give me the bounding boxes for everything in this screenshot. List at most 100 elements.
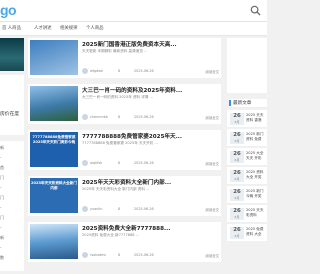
recent-post-item[interactable]: 26 6月 2025 新门 资料 免费 [227,129,267,147]
post-excerpt: 大三巴一肖一码的资料 2025年 资料 详情 ... [82,95,154,99]
left-link[interactable]: - [0,205,24,210]
post-date: 2025-06-26 [134,69,154,73]
read-more-link[interactable]: 阅读全文 [205,161,219,166]
post-author[interactable]: chennmkb [90,115,108,119]
left-link[interactable]: 新 [0,235,24,241]
recent-post-item[interactable]: 26 6月 2025 天天 资料 香港 [227,110,267,128]
post-date: 2025-06-26 [134,253,154,257]
recent-post-title[interactable]: 2025 新门 今晚 开奖 [246,189,267,203]
nav-item-personal[interactable]: 个人商品 [86,25,104,31]
site-logo[interactable]: go [0,2,17,18]
left-link[interactable]: 数 [0,255,24,261]
thumbnail-caption: 2025年天天彩资料大全新门内部 [31,181,77,190]
profile-text: 房价在度 [0,112,20,117]
left-sidebar: 房价在度 新 - 首 门 - 门 - 门 - 新 - 数 [0,38,24,274]
recent-post-title[interactable]: 2025 天天 彩资料 [246,208,267,222]
left-link-list: 新 - 首 门 - 门 - 门 - 新 - 数 [0,141,24,271]
post-title[interactable]: 7777788888免费管家婆2025年天... [82,132,218,140]
recent-post-title[interactable]: 2025 天天 资料 香港 [246,113,267,127]
avatar [82,68,88,74]
sidebar-title-text: 最新文章 [233,101,252,106]
date-badge: 26 6月 [230,132,244,144]
post-thumbnail[interactable] [30,224,78,259]
sidebar-title: 最新文章 [229,99,267,108]
post-author[interactable]: yuanlin [90,207,102,211]
left-link[interactable]: 门 [0,175,24,181]
avatar [82,114,88,120]
recent-post-item[interactable]: 26 6月 2025 天天 彩资料 [227,205,267,223]
right-sidebar: 最新文章 26 6月 2025 天天 资料 香港 26 6月 2025 新门 资… [227,38,267,274]
post-author[interactable]: rsoksdmc [90,253,106,257]
left-link[interactable]: - [0,155,24,160]
recent-post-item[interactable]: 26 6月 2025 大全 天天 开彩 [227,148,267,166]
search-icon[interactable] [250,5,261,16]
post-meta: chennmkb 8 2025-06-26 阅读全文 [82,114,219,121]
banner-image[interactable] [0,38,24,71]
date-day: 26 [233,132,241,138]
date-month: 6月 [234,196,240,200]
left-link[interactable]: - [0,225,24,230]
profile-panel: 房价在度 [0,75,24,135]
post-card[interactable]: 2025资料免费大全新7777888... 2025资料 免费大全 新77778… [28,222,221,262]
recent-post-item[interactable]: 26 6月 2025 资料 大全 开奖 [227,167,267,185]
date-day: 26 [233,151,241,157]
sidebar-widget [227,38,267,93]
nav-item-talent[interactable]: 人才讲述 [34,25,52,31]
post-date: 2025-06-26 [134,207,154,211]
post-thumbnail[interactable]: 7777788888免费管家婆2025年天天彩门奥彩今晚 [30,132,78,167]
post-thumbnail[interactable] [30,40,78,75]
post-title[interactable]: 2025资料免费大全新7777888... [82,224,218,232]
left-link[interactable]: 新 [0,145,24,151]
post-meta: aiqkfsh 8 2025-06-26 阅读全文 [82,160,219,167]
post-views: 8 [118,69,121,73]
recent-post-title[interactable]: 2025 免费 资料 大全 [246,227,267,241]
nav-item-rules[interactable]: 相关规律 [60,25,78,31]
date-badge: 26 6月 [230,227,244,239]
post-thumbnail[interactable] [30,86,78,121]
title-accent-bar [229,100,231,106]
post-card[interactable]: 7777788888免费管家婆2025年天天彩门奥彩今晚 7777788888免… [28,130,221,170]
recent-post-title[interactable]: 2025 新门 资料 免费 [246,132,267,146]
date-badge: 26 6月 [230,151,244,163]
date-badge: 26 6月 [230,208,244,220]
post-views: 8 [118,115,121,119]
recent-post-item[interactable]: 26 6月 2025 免费 资料 大全 [227,224,267,242]
post-card[interactable]: 2025新门国香港正版免费资本天高... 天天更新 本期精彩 最新资料 高清速览… [28,38,221,78]
post-card[interactable]: 大三巴一肖一码的资料及2025年资料... 大三巴一肖一码的资料 2025年 资… [28,84,221,124]
read-more-link[interactable]: 阅读全文 [205,207,219,212]
main-nav: 首 人商品 人才讲述 相关规律 个人商品 [0,22,267,36]
left-link[interactable]: 门 [0,195,24,201]
post-author[interactable]: wfgdwk [90,69,103,73]
recent-post-title[interactable]: 2025 资料 大全 开奖 [246,170,267,184]
read-more-link[interactable]: 阅读全文 [205,115,219,120]
date-day: 26 [233,113,241,119]
recent-post-title[interactable]: 2025 大全 天天 开彩 [246,151,267,165]
post-date: 2025-06-26 [134,161,154,165]
recent-post-item[interactable]: 26 6月 2025 新门 今晚 开奖 [227,186,267,204]
left-link[interactable]: - [0,245,24,250]
left-link[interactable]: - [0,185,24,190]
date-month: 6月 [234,120,240,124]
post-views: 8 [118,253,121,257]
left-link[interactable]: 门 [0,215,24,221]
post-excerpt: 7777788888 免费管家婆 2025年 天天开彩 ... [82,141,158,145]
read-more-link[interactable]: 阅读全文 [205,69,219,74]
avatar [82,160,88,166]
nav-item-home[interactable]: 首 人商品 [2,25,21,31]
left-link[interactable]: 首 [0,165,24,171]
post-title[interactable]: 2025年天天彩资料大全新门内部... [82,178,218,186]
post-excerpt: 天天更新 本期精彩 最新资料 高清速览 ... [82,49,148,53]
date-day: 26 [233,170,241,176]
date-month: 6月 [234,177,240,181]
post-card[interactable]: 2025年天天彩资料大全新门内部 2025年天天彩资料大全新门内部... 202… [28,176,221,216]
post-title[interactable]: 2025新门国香港正版免费资本天高... [82,40,218,48]
date-day: 26 [233,189,241,195]
post-title[interactable]: 大三巴一肖一码的资料及2025年资料... [82,86,218,94]
post-author[interactable]: aiqkfsh [90,161,102,165]
date-badge: 26 6月 [230,170,244,182]
read-more-link[interactable]: 阅读全文 [205,253,219,258]
avatar [82,206,88,212]
date-month: 6月 [234,139,240,143]
post-thumbnail[interactable]: 2025年天天彩资料大全新门内部 [30,178,78,213]
post-meta: wfgdwk 8 2025-06-26 阅读全文 [82,68,219,75]
